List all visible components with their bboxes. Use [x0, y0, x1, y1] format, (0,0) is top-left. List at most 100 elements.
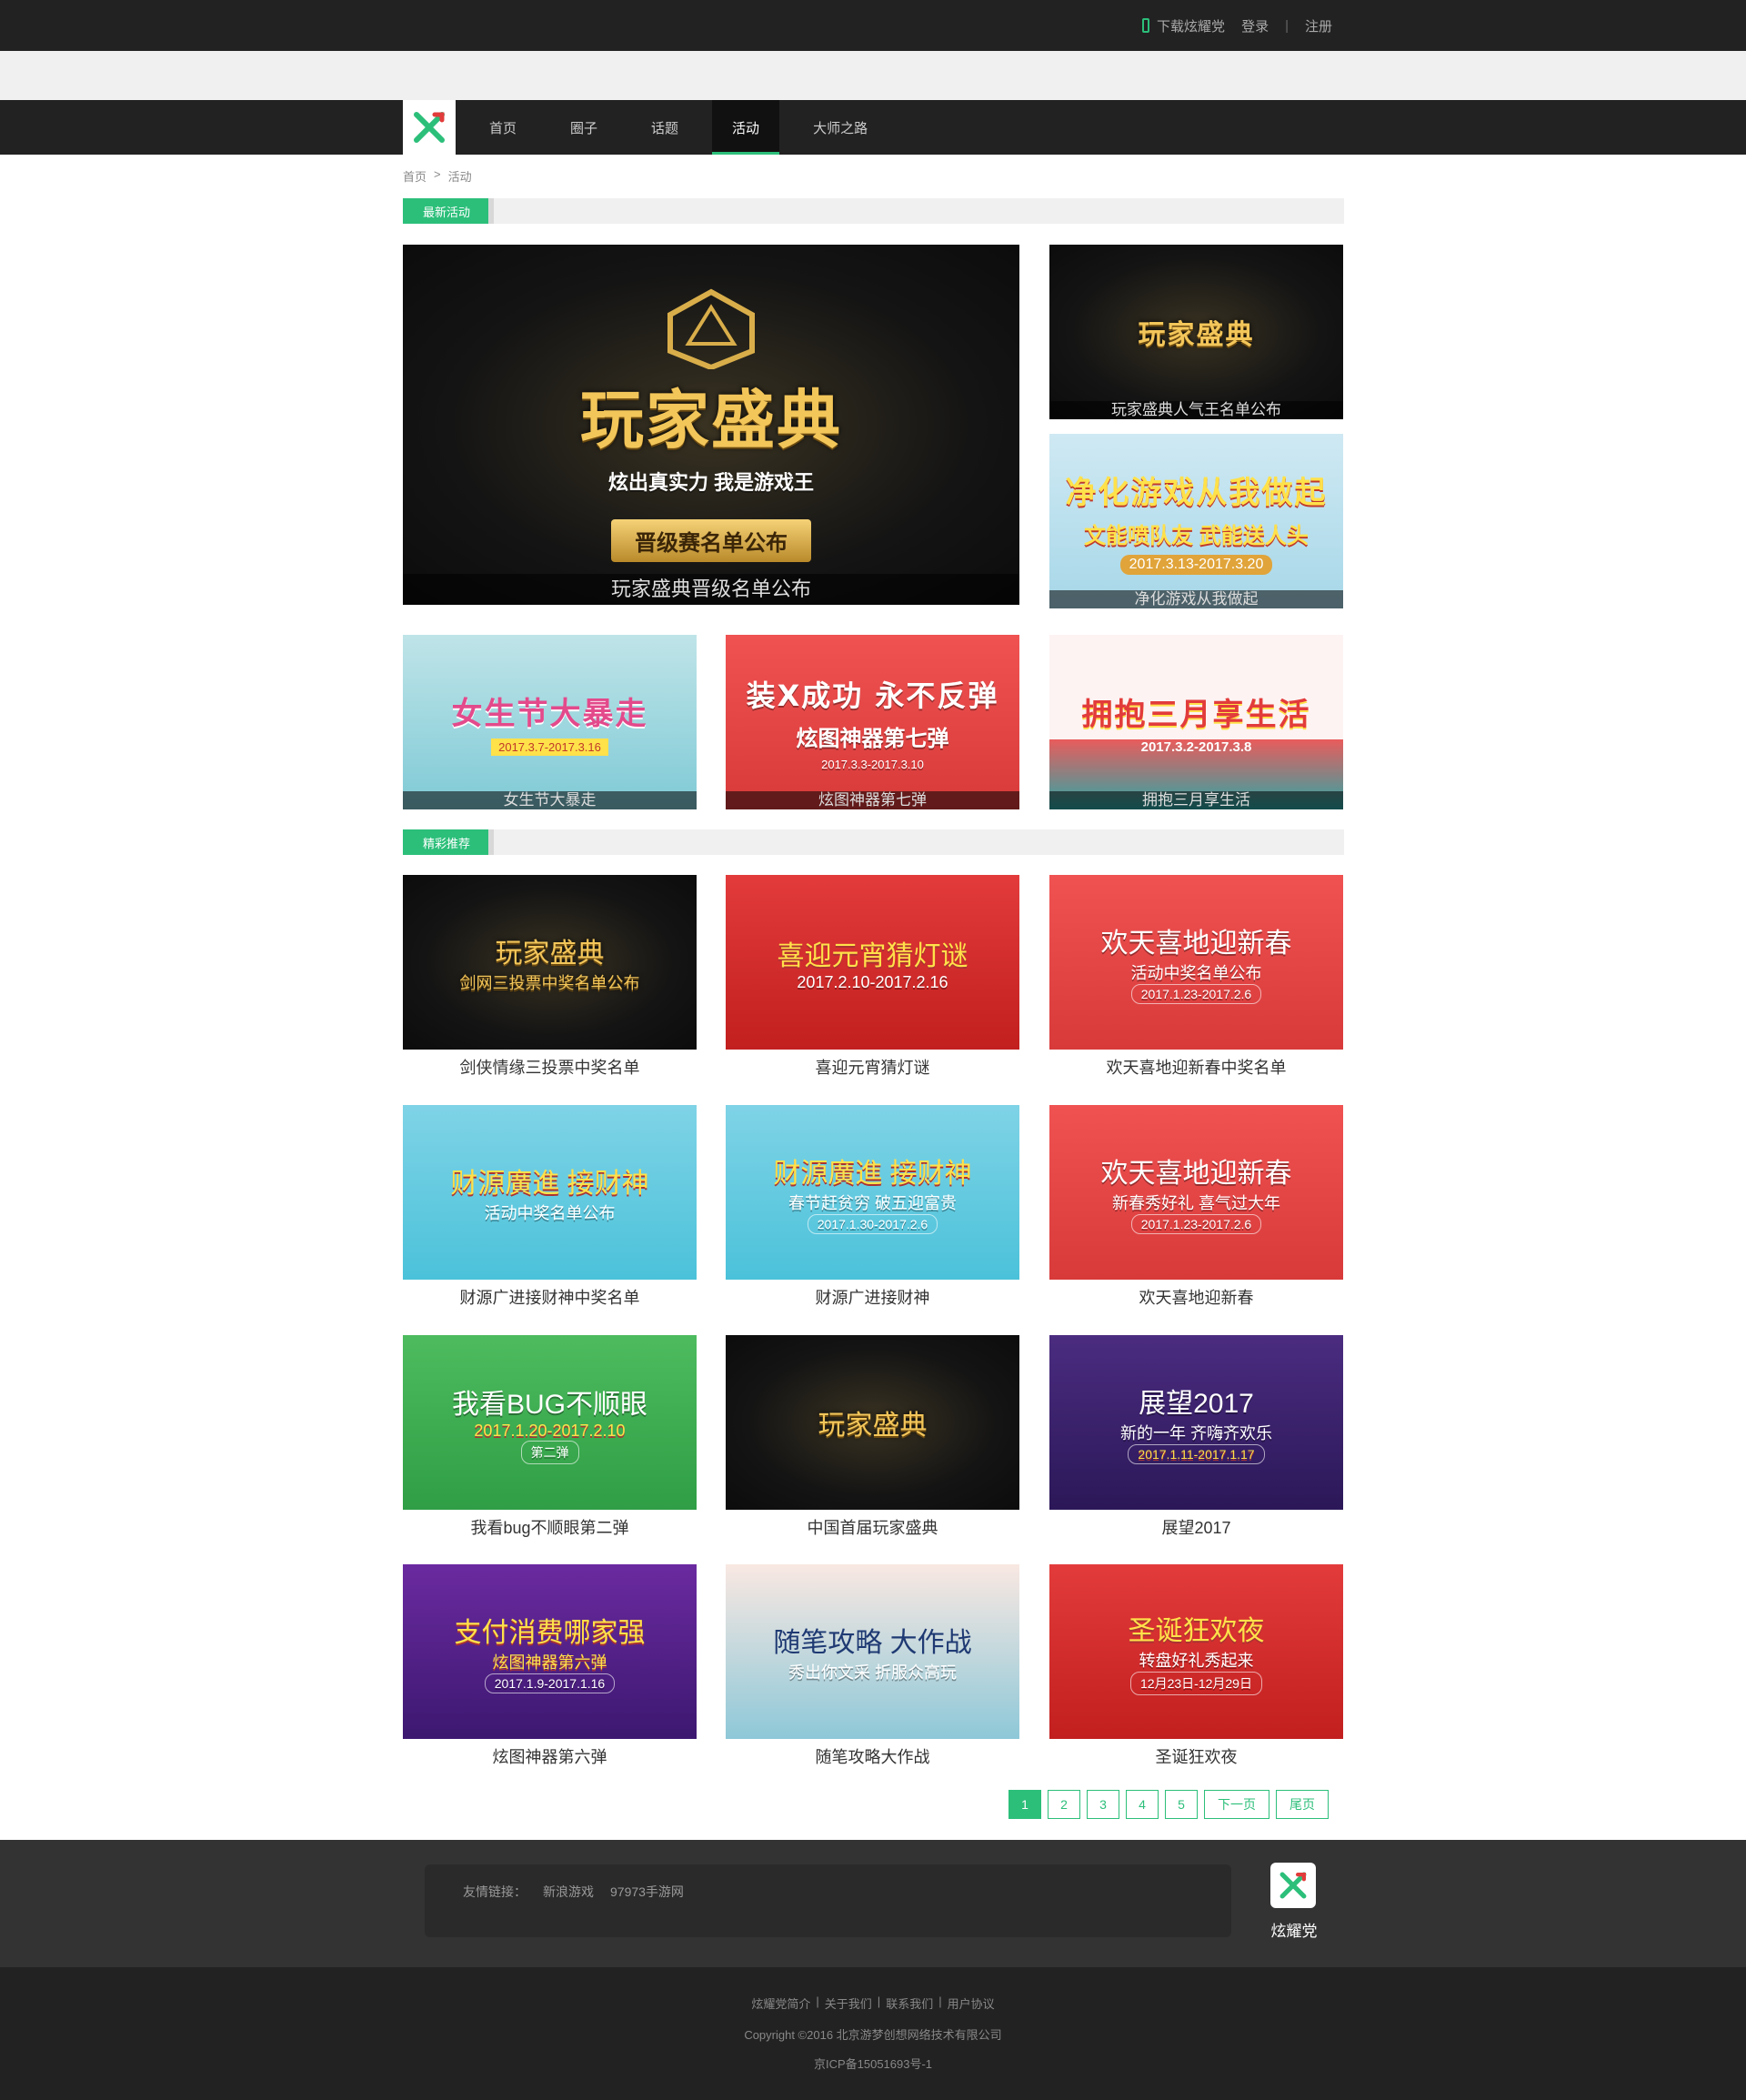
breadcrumb: 首页 > 活动 — [403, 167, 472, 185]
featured-card-label[interactable]: 圣诞狂欢夜 — [1049, 1744, 1343, 1768]
page-1-button[interactable]: 1 — [1008, 1790, 1041, 1819]
friend-links: 友情链接： 新浪游戏 97973手游网 — [425, 1864, 1231, 1937]
featured-art-subtitle: 转盘好礼秀起来 — [1139, 1652, 1254, 1670]
footer-logo[interactable] — [1270, 1863, 1316, 1908]
featured-card[interactable]: 我看BUG不顺眼 2017.1.20-2017.2.10 第二弹我看bug不顺眼第二… — [403, 1335, 697, 1539]
featured-card-image[interactable]: 我看BUG不顺眼 2017.1.20-2017.2.10 第二弹 — [403, 1335, 697, 1510]
featured-art-title: 随笔攻略 大作战 — [773, 1628, 972, 1658]
featured-art-date: 12月23日-12月29日 — [1130, 1672, 1262, 1695]
download-link[interactable]: 下载炫耀党 — [1142, 16, 1225, 35]
featured-art-date: 2017.1.9-2017.1.16 — [484, 1673, 616, 1693]
featured-card-image[interactable]: 圣诞狂欢夜 转盘好礼秀起来 12月23日-12月29日 — [1049, 1564, 1343, 1739]
login-link[interactable]: 登录 — [1241, 16, 1269, 35]
friend-links-label: 友情链接： — [463, 1884, 527, 1899]
featured-card-image[interactable]: 展望2017 新的一年 齐嗨齐欢乐 2017.1.11-2017.1.17 — [1049, 1335, 1343, 1510]
featured-card[interactable]: 财源廣進 接财神 活动中奖名单公布财源广进接财神中奖名单 — [403, 1105, 697, 1309]
featured-card[interactable]: 财源廣進 接财神 春节赶贫穷 破五迎富贵 2017.1.30-2017.2.6 财源广… — [726, 1105, 1019, 1309]
side1-caption: 玩家盛典人气王名单公布 — [1049, 401, 1343, 419]
featured-card-label[interactable]: 随笔攻略大作战 — [726, 1744, 1019, 1768]
latest-feature-card[interactable]: 玩家盛典 炫出真实力 我是游戏王 晋级赛名单公布 玩家盛典晋级名单公布 — [403, 245, 1019, 605]
featured-card-label[interactable]: 欢天喜地迎新春 — [1049, 1285, 1343, 1309]
featured-card[interactable]: 玩家盛典中国首届玩家盛典 — [726, 1335, 1019, 1539]
latest-side-card-1[interactable]: 玩家盛典 玩家盛典人气王名单公布 — [1049, 245, 1343, 419]
featured-card[interactable]: 欢天喜地迎新春 新春秀好礼 喜气过大年 2017.1.23-2017.2.6 欢天喜地… — [1049, 1105, 1343, 1309]
footer-link-agreement[interactable]: 用户协议 — [948, 1994, 995, 2012]
breadcrumb-current: 活动 — [447, 170, 472, 184]
featured-art-title: 财源廣進 接财神 — [773, 1159, 972, 1189]
page-2-button[interactable]: 2 — [1048, 1790, 1080, 1819]
footer-link-intro[interactable]: 炫耀党简介 — [751, 1994, 810, 2012]
footer-logo-x-icon — [1279, 1872, 1307, 1899]
footer-link-contact[interactable]: 联系我们 — [886, 1994, 933, 2012]
featured-card[interactable]: 欢天喜地迎新春 活动中奖名单公布 2017.1.23-2017.2.6 欢天喜地迎新春… — [1049, 875, 1343, 1079]
row3-art-date: 2017.3.2-2017.3.8 — [1140, 739, 1252, 755]
friend-link-97973[interactable]: 97973手游网 — [610, 1883, 684, 1919]
featured-card-label[interactable]: 欢天喜地迎新春中奖名单 — [1049, 1055, 1343, 1079]
nav-activities[interactable]: 活动 — [712, 100, 780, 155]
featured-art-title: 我看BUG不顺眼 — [451, 1389, 647, 1420]
register-link[interactable]: 注册 — [1305, 16, 1332, 35]
featured-card[interactable]: 随笔攻略 大作战秀出你文采 折服众高玩随笔攻略大作战 — [726, 1564, 1019, 1768]
page-5-button[interactable]: 5 — [1165, 1790, 1198, 1819]
featured-card[interactable]: 圣诞狂欢夜 转盘好礼秀起来 12月23日-12月29日 圣诞狂欢夜 — [1049, 1564, 1343, 1768]
feature-art-subtitle: 炫出真实力 我是游戏王 — [607, 471, 815, 494]
featured-art-subtitle: 新春秀好礼 喜气过大年 — [1112, 1194, 1280, 1212]
row1-art-date: 2017.3.7-2017.3.16 — [491, 739, 608, 756]
row2-art-title: 装X成功 永不反弹 — [746, 678, 999, 713]
featured-card-label[interactable]: 剑侠情缘三投票中奖名单 — [403, 1055, 697, 1079]
section-latest: 最新活动 — [403, 198, 1344, 224]
page-3-button[interactable]: 3 — [1087, 1790, 1119, 1819]
featured-card[interactable]: 展望2017 新的一年 齐嗨齐欢乐 2017.1.11-2017.1.17 展望201… — [1049, 1335, 1343, 1539]
featured-card-image[interactable]: 欢天喜地迎新春 活动中奖名单公布 2017.1.23-2017.2.6 — [1049, 875, 1343, 1050]
featured-art-subtitle: 秀出你文采 折服众高玩 — [788, 1663, 957, 1682]
friend-link-sina[interactable]: 新浪游戏 — [543, 1883, 594, 1919]
featured-card-image[interactable]: 财源廣進 接财神 活动中奖名单公布 — [403, 1105, 697, 1280]
featured-card-label[interactable]: 财源广进接财神中奖名单 — [403, 1285, 697, 1309]
featured-card[interactable]: 玩家盛典 剑网三投票中奖名单公布剑侠情缘三投票中奖名单 — [403, 875, 697, 1079]
footer-links: 炫耀党简介 | 关于我们 | 联系我们 | 用户协议 — [0, 1994, 1746, 2012]
featured-card-label[interactable]: 我看bug不顺眼第二弹 — [403, 1515, 697, 1539]
featured-card-image[interactable]: 财源廣進 接财神 春节赶贫穷 破五迎富贵 2017.1.30-2017.2.6 — [726, 1105, 1019, 1280]
footer-link-about[interactable]: 关于我们 — [825, 1994, 872, 2012]
featured-card-label[interactable]: 喜迎元宵猜灯谜 — [726, 1055, 1019, 1079]
logo-x-icon — [414, 112, 445, 143]
featured-art-subtitle: 春节赶贫穷 破五迎富贵 — [788, 1194, 957, 1212]
feature-art-ribbon: 晋级赛名单公布 — [611, 519, 811, 562]
page-4-button[interactable]: 4 — [1126, 1790, 1159, 1819]
latest-row-card-3[interactable]: 拥抱三月享生活 2017.3.2-2017.3.8 拥抱三月享生活 — [1049, 635, 1343, 809]
latest-row-card-1[interactable]: 女生节大暴走 2017.3.7-2017.3.16 女生节大暴走 — [403, 635, 697, 809]
featured-art-title: 欢天喜地迎新春 — [1100, 929, 1292, 959]
latest-side-card-2[interactable]: 净化游戏从我做起 文能喷队友 武能送人头 2017.3.13-2017.3.20… — [1049, 434, 1343, 608]
next-page-button[interactable]: 下一页 — [1204, 1790, 1269, 1819]
pagination: 1 2 3 4 5 下一页 尾页 — [1008, 1790, 1329, 1819]
featured-art-date: 第二弹 — [520, 1440, 579, 1464]
feature-art-title: 玩家盛典 — [580, 383, 842, 457]
featured-art-subtitle: 2017.2.10-2017.2.16 — [797, 972, 948, 991]
footer-top: 友情链接： 新浪游戏 97973手游网 炫耀党 — [0, 1840, 1746, 1967]
d20-emblem-icon — [667, 288, 755, 369]
featured-card[interactable]: 支付消费哪家强 炫图神器第六弹 2017.1.9-2017.1.16 炫图神器第六弹 — [403, 1564, 697, 1768]
row2-art-subtitle: 炫图神器第七弹 — [796, 727, 949, 751]
last-page-button[interactable]: 尾页 — [1276, 1790, 1329, 1819]
featured-card-label[interactable]: 中国首届玩家盛典 — [726, 1515, 1019, 1539]
site-logo[interactable] — [403, 100, 456, 155]
nav-master-road[interactable]: 大师之路 — [793, 100, 888, 155]
nav-home[interactable]: 首页 — [469, 100, 537, 155]
row3-caption: 拥抱三月享生活 — [1049, 791, 1343, 809]
featured-card[interactable]: 喜迎元宵猜灯谜 2017.2.10-2017.2.16 喜迎元宵猜灯谜 — [726, 875, 1019, 1079]
featured-art-title: 支付消费哪家强 — [454, 1618, 646, 1648]
nav-circles[interactable]: 圈子 — [550, 100, 617, 155]
featured-card-image[interactable]: 支付消费哪家强 炫图神器第六弹 2017.1.9-2017.1.16 — [403, 1564, 697, 1739]
featured-card-image[interactable]: 玩家盛典 — [726, 1335, 1019, 1510]
featured-card-label[interactable]: 财源广进接财神 — [726, 1285, 1019, 1309]
featured-card-label[interactable]: 展望2017 — [1049, 1515, 1343, 1539]
featured-card-image[interactable]: 欢天喜地迎新春 新春秀好礼 喜气过大年 2017.1.23-2017.2.6 — [1049, 1105, 1343, 1280]
featured-card-image[interactable]: 喜迎元宵猜灯谜 2017.2.10-2017.2.16 — [726, 875, 1019, 1050]
footer-link-sep: | — [938, 1994, 942, 2008]
featured-card-label[interactable]: 炫图神器第六弹 — [403, 1744, 697, 1768]
nav-topics[interactable]: 话题 — [631, 100, 698, 155]
featured-card-image[interactable]: 随笔攻略 大作战秀出你文采 折服众高玩 — [726, 1564, 1019, 1739]
featured-card-image[interactable]: 玩家盛典 剑网三投票中奖名单公布 — [403, 875, 697, 1050]
breadcrumb-home[interactable]: 首页 — [403, 167, 426, 185]
latest-row-card-2[interactable]: 装X成功 永不反弹 炫图神器第七弹 2017.3.3-2017.3.10 炫图神… — [726, 635, 1019, 809]
